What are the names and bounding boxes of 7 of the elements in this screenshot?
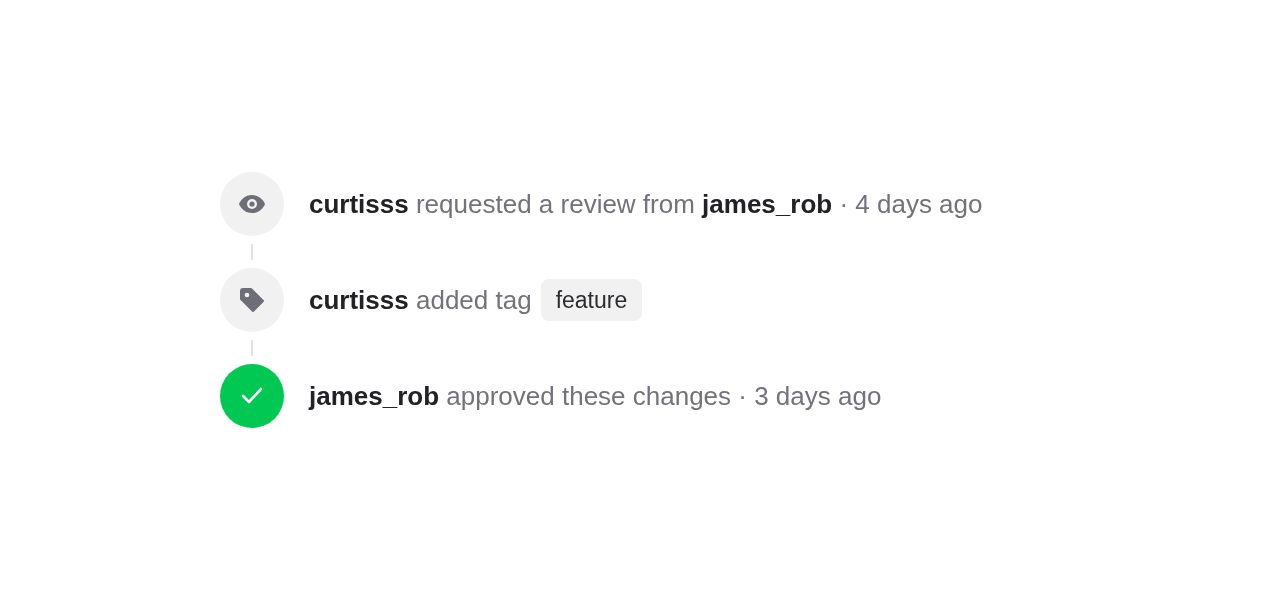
- event-text: james_rob approved these changes · 3 days ago: [309, 379, 882, 413]
- tag-icon: [239, 287, 265, 313]
- check-icon: [241, 387, 263, 405]
- tag-label: feature: [540, 278, 643, 322]
- event-text: curtisss added tag: [309, 283, 532, 317]
- eye-icon: [239, 195, 265, 213]
- event-text: curtisss requested a review from james_rob · 4 days ago: [309, 187, 983, 221]
